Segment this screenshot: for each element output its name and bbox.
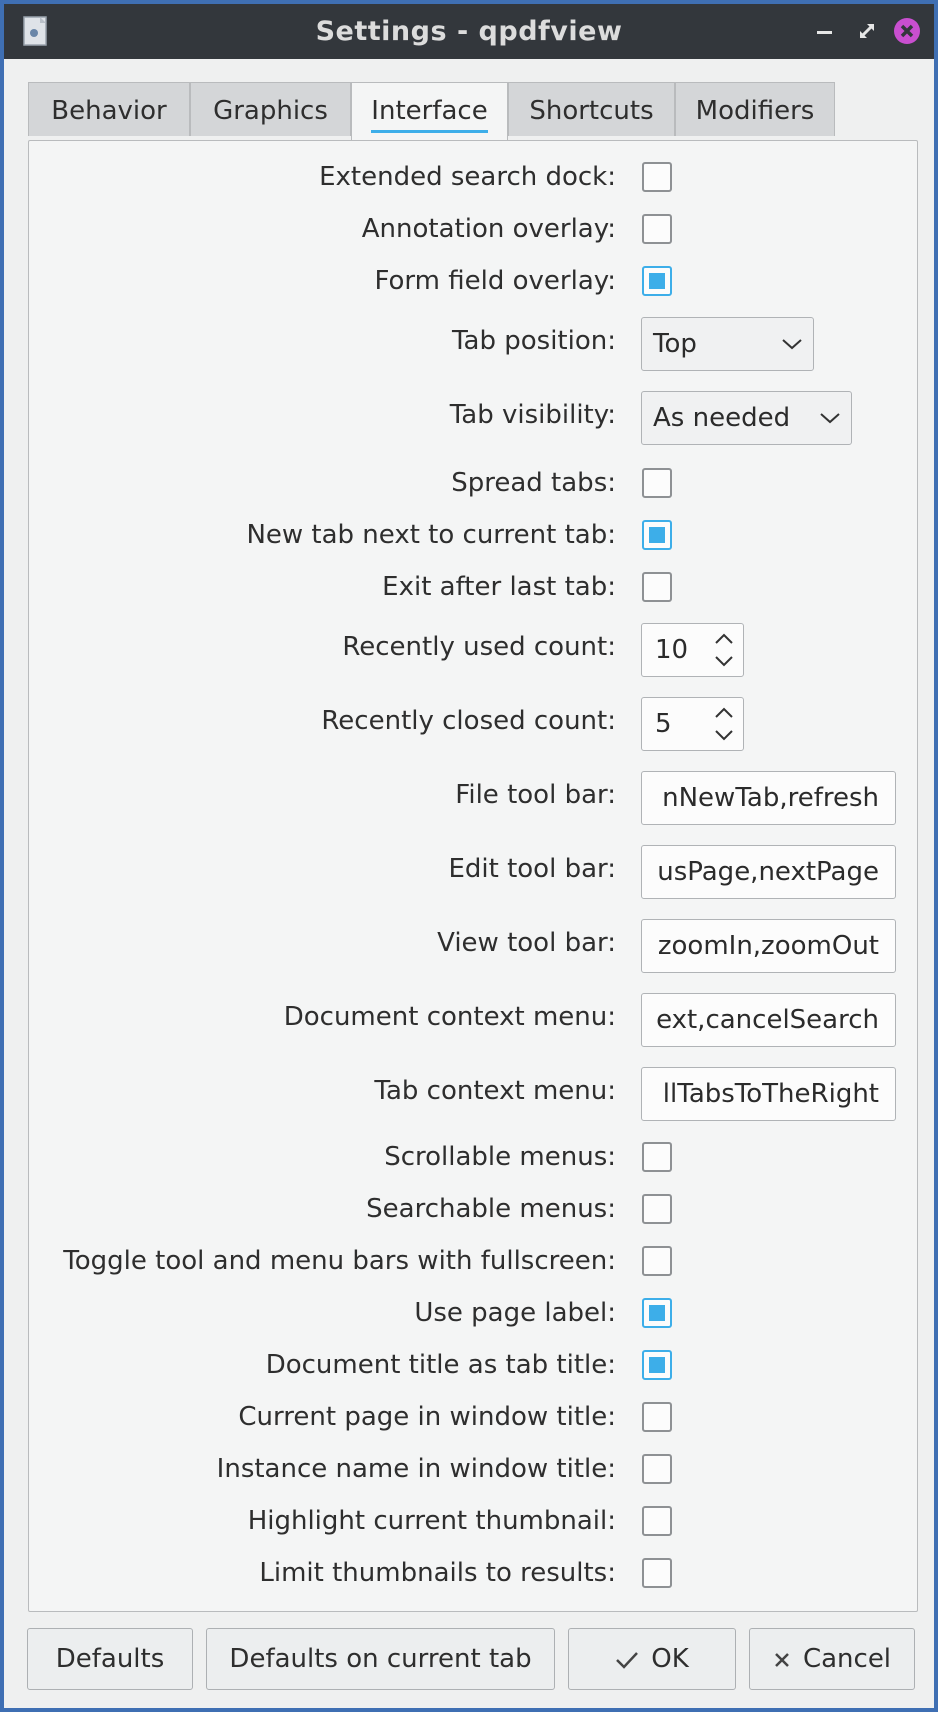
tab-graphics[interactable]: Graphics: [190, 82, 351, 136]
file-tool-bar-value: nNewTab,refresh: [662, 783, 879, 813]
form-field-overlay-label: Form field overlay:: [374, 266, 616, 296]
instance-name-in-window-title-checkbox[interactable]: [642, 1454, 672, 1484]
searchable-menus-label: Searchable menus:: [366, 1194, 616, 1224]
form-field-overlay-checkbox[interactable]: [642, 266, 672, 296]
searchable-menus-checkbox[interactable]: [642, 1194, 672, 1224]
document-context-menu-input[interactable]: ext,cancelSearch: [641, 993, 896, 1047]
new-tab-next-label: New tab next to current tab:: [246, 520, 616, 550]
scrollable-menus-checkbox[interactable]: [642, 1142, 672, 1172]
tab-behavior[interactable]: Behavior: [28, 82, 190, 136]
window-title: Settings - qpdfview: [315, 16, 623, 47]
tab-label: Behavior: [51, 96, 167, 126]
tab-modifiers[interactable]: Modifiers: [675, 82, 835, 136]
edit-tool-bar-input[interactable]: usPage,nextPage: [641, 845, 896, 899]
limit-thumbnails-to-results-label: Limit thumbnails to results:: [259, 1558, 616, 1588]
minimize-icon[interactable]: [810, 16, 840, 46]
document-title-as-tab-title-label: Document title as tab title:: [265, 1350, 616, 1380]
current-page-in-window-title-label: Current page in window title:: [238, 1402, 616, 1432]
tab-position-combo[interactable]: Top: [641, 317, 814, 371]
recently-closed-count-value: 5: [655, 709, 672, 739]
tab-label: Interface: [371, 83, 489, 139]
document-title-as-tab-title-checkbox[interactable]: [642, 1350, 672, 1380]
ok-button[interactable]: OK: [568, 1628, 736, 1690]
scrollable-menus-label: Scrollable menus:: [384, 1142, 616, 1172]
tab-position-value: Top: [653, 329, 697, 359]
annotation-overlay-label: Annotation overlay:: [361, 214, 616, 244]
use-page-label-label: Use page label:: [414, 1298, 616, 1328]
annotation-overlay-checkbox[interactable]: [642, 214, 672, 244]
toggle-bars-fullscreen-checkbox[interactable]: [642, 1246, 672, 1276]
tab-label: Graphics: [213, 96, 328, 126]
defaults-current-tab-button-label: Defaults on current tab: [229, 1644, 532, 1674]
recently-closed-count-label: Recently closed count:: [321, 706, 616, 736]
close-x-icon: [775, 1652, 789, 1667]
spin-arrows-icon[interactable]: [713, 630, 735, 670]
settings-dialog: Settings - qpdfview Behavior Graphics In…: [0, 0, 938, 1712]
extended-search-dock-label: Extended search dock:: [319, 162, 616, 192]
tab-interface[interactable]: Interface: [351, 82, 508, 140]
spread-tabs-checkbox[interactable]: [642, 468, 672, 498]
spread-tabs-label: Spread tabs:: [451, 468, 616, 498]
recently-closed-count-spinbox[interactable]: 5: [641, 697, 744, 751]
defaults-button-label: Defaults: [55, 1644, 165, 1674]
close-icon[interactable]: [892, 16, 922, 46]
tab-visibility-label: Tab visibility:: [449, 400, 616, 430]
checkmark-icon: [616, 1651, 639, 1669]
tab-position-label: Tab position:: [451, 326, 616, 356]
exit-after-last-tab-checkbox[interactable]: [642, 572, 672, 602]
tab-visibility-combo[interactable]: As needed: [641, 391, 852, 445]
ok-button-label: OK: [651, 1644, 689, 1674]
view-tool-bar-label: View tool bar:: [437, 928, 616, 958]
chevron-down-icon: [820, 413, 840, 424]
view-tool-bar-input[interactable]: zoomIn,zoomOut: [641, 919, 896, 973]
document-context-menu-value: ext,cancelSearch: [656, 1005, 879, 1035]
edit-tool-bar-label: Edit tool bar:: [448, 854, 616, 884]
edit-tool-bar-value: usPage,nextPage: [657, 857, 879, 887]
tab-shortcuts[interactable]: Shortcuts: [508, 82, 675, 136]
toggle-bars-fullscreen-label: Toggle tool and menu bars with fullscree…: [63, 1246, 616, 1276]
recently-used-count-spinbox[interactable]: 10: [641, 623, 744, 677]
tab-visibility-value: As needed: [653, 403, 791, 433]
instance-name-in-window-title-label: Instance name in window title:: [216, 1454, 616, 1484]
extended-search-dock-checkbox[interactable]: [642, 162, 672, 192]
spin-arrows-icon[interactable]: [713, 704, 735, 744]
limit-thumbnails-to-results-checkbox[interactable]: [642, 1558, 672, 1588]
title-bar[interactable]: Settings - qpdfview: [4, 4, 934, 59]
tab-context-menu-input[interactable]: llTabsToTheRight: [641, 1067, 896, 1121]
file-tool-bar-input[interactable]: nNewTab,refresh: [641, 771, 896, 825]
document-context-menu-label: Document context menu:: [283, 1002, 616, 1032]
current-page-in-window-title-checkbox[interactable]: [642, 1402, 672, 1432]
defaults-button[interactable]: Defaults: [27, 1628, 193, 1690]
defaults-current-tab-button[interactable]: Defaults on current tab: [206, 1628, 555, 1690]
recently-used-count-value: 10: [655, 635, 689, 665]
highlight-current-thumbnail-checkbox[interactable]: [642, 1506, 672, 1536]
chevron-down-icon: [782, 339, 802, 350]
use-page-label-checkbox[interactable]: [642, 1298, 672, 1328]
tab-label: Shortcuts: [529, 96, 654, 126]
file-tool-bar-label: File tool bar:: [455, 780, 616, 810]
tab-context-menu-label: Tab context menu:: [374, 1076, 616, 1106]
exit-after-last-tab-label: Exit after last tab:: [382, 572, 616, 602]
tab-context-menu-value: llTabsToTheRight: [662, 1079, 879, 1109]
new-tab-next-checkbox[interactable]: [642, 520, 672, 550]
view-tool-bar-value: zoomIn,zoomOut: [657, 931, 879, 961]
maximize-icon[interactable]: [852, 16, 882, 46]
recently-used-count-label: Recently used count:: [342, 632, 616, 662]
tab-label: Modifiers: [695, 96, 815, 126]
cancel-button[interactable]: Cancel: [749, 1628, 915, 1690]
cancel-button-label: Cancel: [802, 1644, 892, 1674]
highlight-current-thumbnail-label: Highlight current thumbnail:: [247, 1506, 616, 1536]
